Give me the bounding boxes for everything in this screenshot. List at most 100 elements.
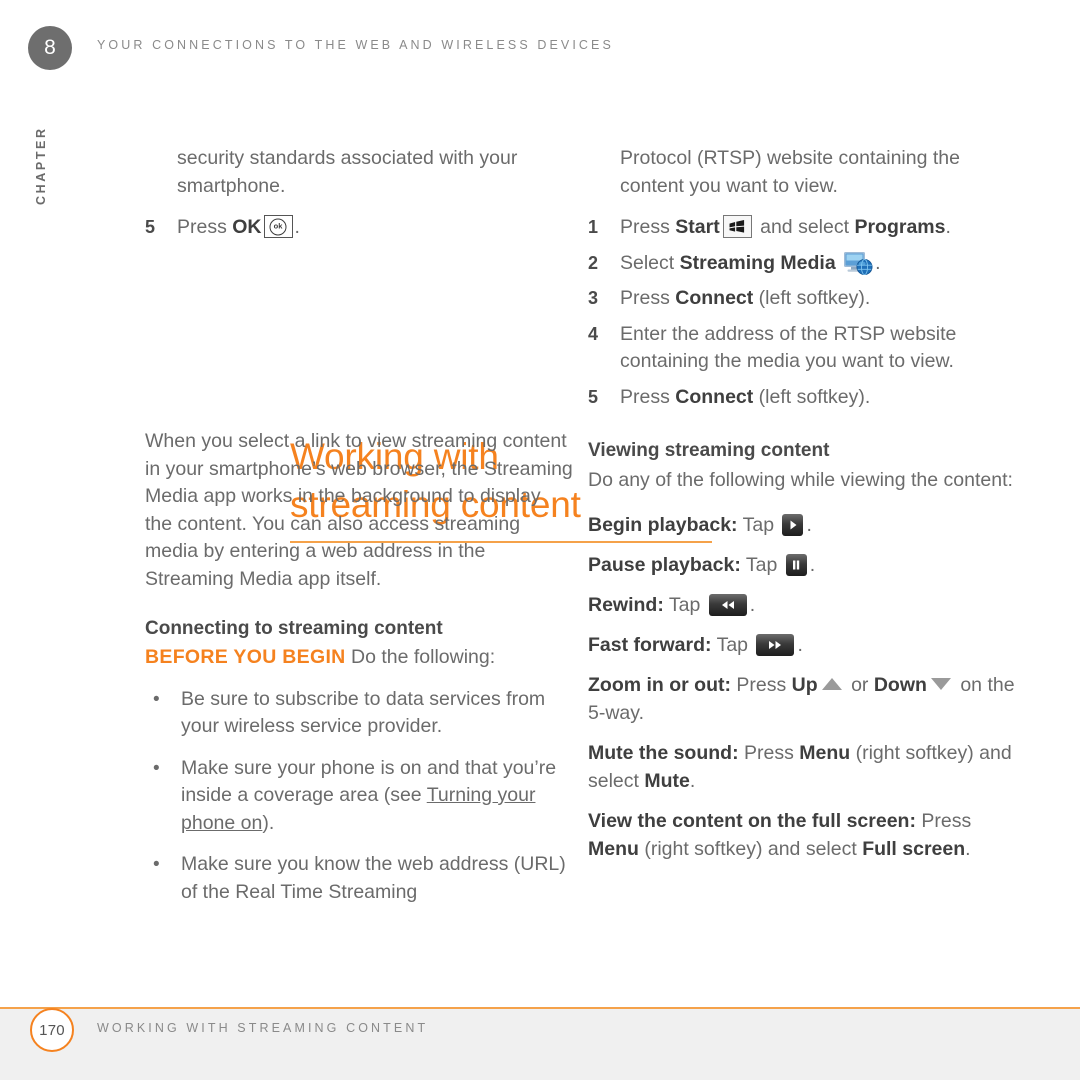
- step-number: 3: [588, 288, 599, 308]
- list-item: 2 Select Streaming Media .: [588, 250, 1016, 278]
- action-fast-forward: Fast forward: Tap .: [588, 631, 1016, 659]
- list-item: 1 Press Start and select Programs.: [588, 214, 1016, 242]
- before-you-begin-paragraph: BEFORE YOU BEGIN Do the following:: [145, 644, 573, 672]
- bullet-text-after: ).: [262, 811, 275, 834]
- before-you-begin-label: BEFORE YOU BEGIN: [145, 646, 346, 668]
- action-bold-menu: Menu: [799, 741, 851, 764]
- action-text-after: .: [797, 633, 803, 656]
- step-bold-connect: Connect: [675, 385, 754, 408]
- action-term: Begin playback:: [588, 513, 738, 536]
- action-zoom: Zoom in or out: Press Up or Down on the …: [588, 671, 1016, 727]
- left-column-body: When you select a link to view streaming…: [145, 428, 573, 920]
- list-item: 5 Press Connect (left softkey).: [588, 384, 1016, 412]
- step-text-before: Press: [620, 385, 676, 408]
- list-item: 5 Press OK ok.: [145, 214, 573, 242]
- action-full-screen: View the content on the full screen: Pre…: [588, 807, 1016, 863]
- right-column: Protocol (RTSP) website containing the c…: [588, 145, 1016, 875]
- action-term: Rewind:: [588, 593, 664, 616]
- subhead-connecting: Connecting to streaming content: [145, 618, 443, 639]
- right-continuation-paragraph: Protocol (RTSP) website containing the c…: [620, 147, 960, 197]
- list-item: • Be sure to subscribe to data services …: [145, 686, 573, 741]
- prerequisites-list: • Be sure to subscribe to data services …: [145, 686, 573, 907]
- before-you-begin-text: Do the following:: [350, 646, 496, 668]
- action-term: Fast forward:: [588, 633, 712, 656]
- action-text-mid: (right softkey) and select: [638, 837, 863, 860]
- left-column: security standards associated with your …: [145, 145, 712, 903]
- action-term: Mute the sound:: [588, 741, 739, 764]
- chapter-number-badge: 8: [28, 26, 72, 70]
- page-number: 170: [39, 1021, 65, 1039]
- action-bold-menu: Menu: [588, 837, 639, 860]
- action-text-before: Tap: [711, 633, 754, 656]
- ok-key-icon: ok: [263, 215, 293, 238]
- action-text-before: Press: [915, 809, 972, 832]
- pause-button-icon: [785, 553, 807, 576]
- bullet-icon: •: [153, 757, 160, 779]
- step-text: Enter the address of the RTSP website co…: [620, 322, 957, 373]
- list-item: • Make sure you know the web address (UR…: [145, 851, 573, 906]
- viewing-intro: Do any of the following while viewing th…: [588, 469, 1013, 491]
- action-text-mid: or: [845, 673, 874, 696]
- action-text-after: .: [749, 593, 756, 616]
- fast-forward-button-icon: [756, 633, 795, 656]
- play-button-icon: [782, 513, 804, 536]
- start-key-icon: [722, 215, 752, 238]
- step-bold-streaming-media: Streaming Media: [679, 251, 836, 274]
- action-text-before: Press: [738, 741, 800, 764]
- step-number: 5: [145, 217, 156, 237]
- action-term: View the content on the full screen:: [588, 809, 916, 832]
- action-rewind: Rewind: Tap .: [588, 591, 1016, 619]
- footer-band: [0, 1009, 1080, 1080]
- action-text-before: Press: [730, 673, 792, 696]
- list-item: 3 Press Connect (left softkey).: [588, 285, 1016, 313]
- action-mute: Mute the sound: Press Menu (right softke…: [588, 739, 1016, 795]
- step-text-before: Select: [620, 251, 680, 274]
- step-text-after: (left softkey).: [753, 287, 871, 309]
- step-text-after: (left softkey).: [753, 385, 871, 408]
- action-text-before: Tap: [663, 593, 706, 616]
- streaming-media-icon: [843, 250, 873, 276]
- chapter-number: 8: [44, 36, 56, 59]
- action-bold-mute: Mute: [644, 769, 690, 792]
- manual-page: 8 CHAPTER YOUR CONNECTIONS TO THE WEB AN…: [0, 0, 1080, 1080]
- action-text-after: .: [965, 837, 971, 860]
- viewing-section: Viewing streaming content Do any of the …: [588, 437, 1016, 863]
- action-bold-full-screen: Full screen: [862, 837, 966, 860]
- left-continuation-paragraph: security standards associated with your …: [177, 147, 518, 197]
- action-pause-playback: Pause playback: Tap .: [588, 551, 1016, 579]
- bullet-icon: •: [153, 688, 160, 710]
- running-head: YOUR CONNECTIONS TO THE WEB AND WIRELESS…: [97, 38, 614, 52]
- action-text-after: .: [806, 513, 812, 536]
- bullet-text: Be sure to subscribe to data services fr…: [181, 687, 546, 738]
- action-term: Zoom in or out:: [588, 673, 731, 696]
- list-item: • Make sure your phone is on and that yo…: [145, 755, 573, 838]
- step-text-mid: and select: [754, 216, 855, 238]
- step-bold-label: OK: [232, 216, 262, 238]
- step-bold-connect: Connect: [675, 287, 754, 309]
- step-number: 5: [588, 386, 599, 407]
- step-bold-start: Start: [675, 216, 720, 238]
- action-text-before: Tap: [740, 553, 783, 576]
- step-number: 1: [588, 217, 599, 237]
- left-numbered-list: 5 Press OK ok.: [145, 214, 573, 242]
- viewing-actions-list: Begin playback: Tap . Pause playback: Ta…: [588, 511, 1016, 863]
- subhead-viewing: Viewing streaming content: [588, 440, 830, 461]
- step-text-after: .: [945, 216, 951, 238]
- step-text-after: .: [875, 251, 881, 274]
- action-begin-playback: Begin playback: Tap .: [588, 511, 1016, 539]
- step-text-after: .: [294, 216, 300, 238]
- intro-paragraph: When you select a link to view streaming…: [145, 430, 573, 590]
- right-numbered-list: 1 Press Start and select Programs. 2 Selec…: [588, 214, 1016, 411]
- rewind-button-icon: [708, 593, 747, 616]
- step-bold-programs: Programs: [854, 216, 946, 238]
- down-arrow-icon: [930, 677, 951, 690]
- step-text-before: Press: [620, 216, 676, 238]
- action-bold-down: Down: [873, 673, 927, 696]
- bullet-icon: •: [153, 854, 160, 875]
- footer-title: WORKING WITH STREAMING CONTENT: [97, 1021, 429, 1035]
- footer-divider: [0, 1007, 1080, 1009]
- chapter-label: CHAPTER: [34, 126, 48, 205]
- action-term: Pause playback:: [588, 553, 741, 576]
- action-text-after: .: [689, 769, 696, 792]
- action-text-before: Tap: [737, 513, 780, 536]
